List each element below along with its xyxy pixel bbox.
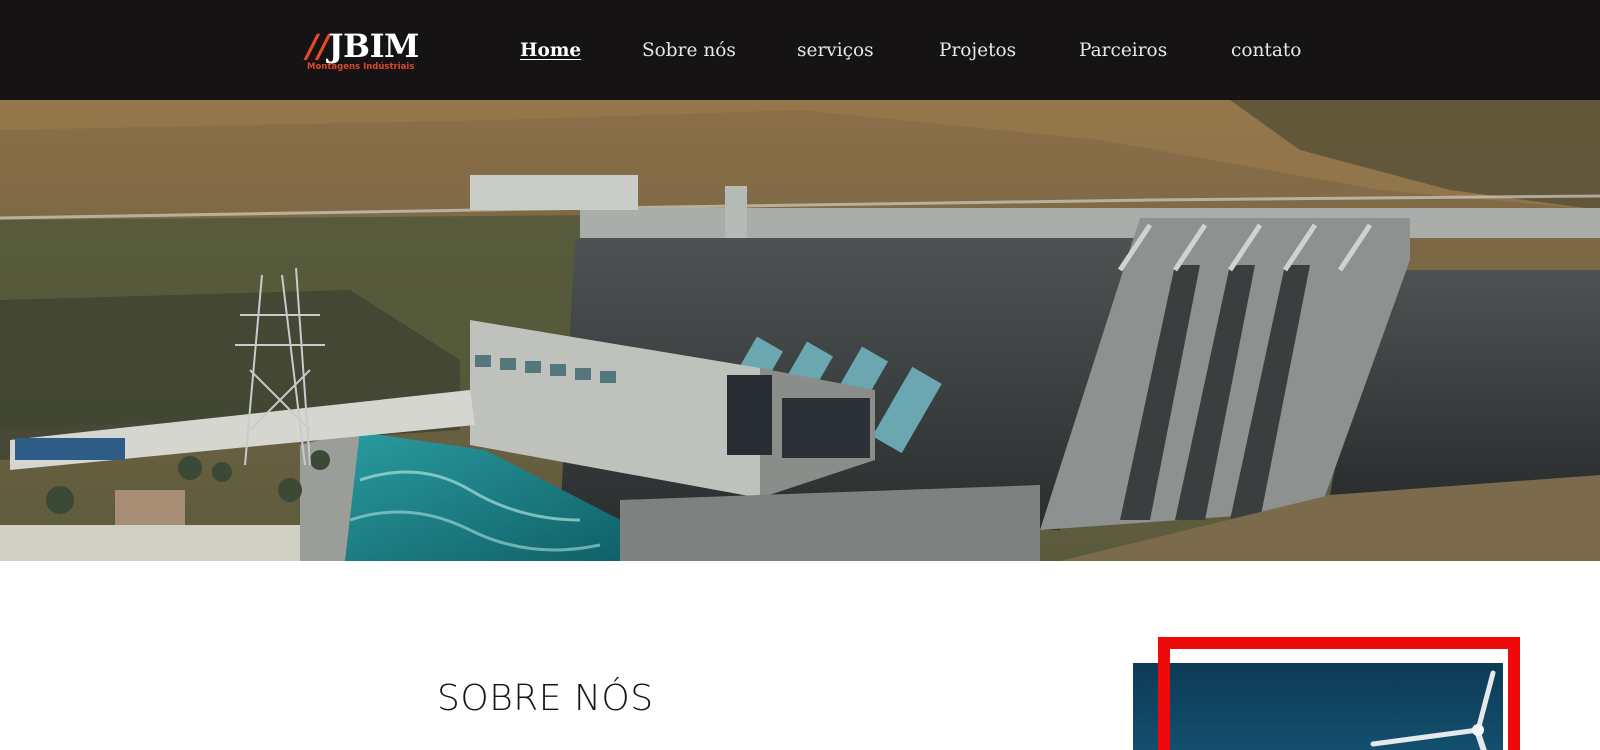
nav-parceiros[interactable]: Parceiros <box>1079 40 1167 61</box>
main-nav: Home Sobre nós serviços Projetos Parceir… <box>0 0 1600 100</box>
site-header: //JBIM Montagens Indústriais Home Sobre … <box>0 0 1600 100</box>
hero-banner <box>0 100 1600 561</box>
nav-home[interactable]: Home <box>520 40 581 61</box>
red-accent-frame <box>1158 637 1520 750</box>
hydroelectric-dam-photo <box>0 100 1600 561</box>
nav-projetos[interactable]: Projetos <box>939 40 1016 61</box>
nav-contato[interactable]: contato <box>1231 40 1301 61</box>
nav-servicos[interactable]: serviços <box>797 40 874 61</box>
about-section-title: SOBRE NÓS <box>437 678 654 719</box>
about-image-container <box>1133 637 1523 750</box>
nav-sobre-nos[interactable]: Sobre nós <box>642 40 736 61</box>
